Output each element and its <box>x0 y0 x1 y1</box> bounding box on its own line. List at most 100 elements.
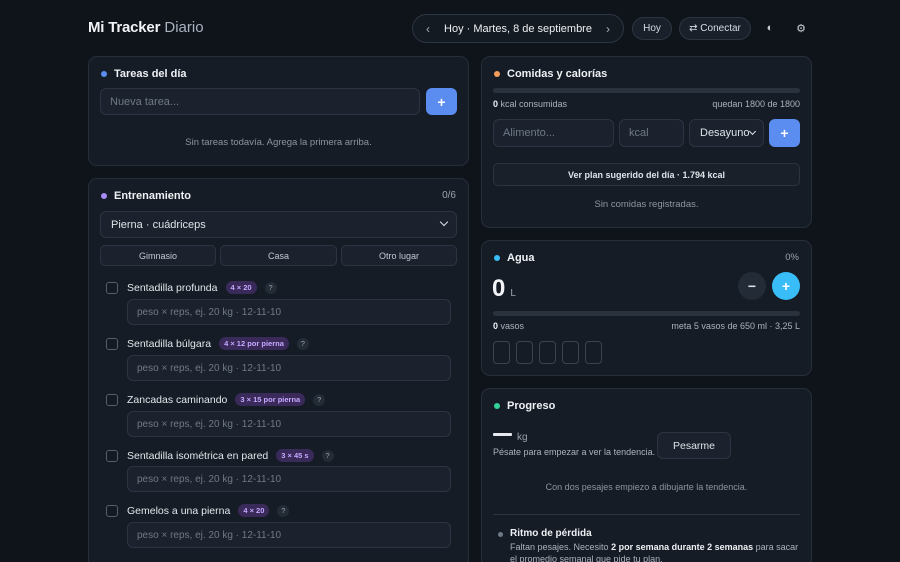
chevron-right-icon[interactable]: › <box>603 22 613 36</box>
meals-empty-message: Sin comidas registradas. <box>594 199 699 210</box>
exercise-sets-badge: 3 × 15 por pierna <box>235 393 306 406</box>
exercise-sets-badge: 4 × 20 <box>238 504 270 517</box>
water-progress-bar <box>493 311 800 316</box>
kcal-input[interactable]: kcal <box>619 119 684 147</box>
location-gym-button[interactable]: Gimnasio <box>100 245 216 266</box>
chevron-down-icon <box>439 217 449 227</box>
calories-consumed: 0 kcal consumidas <box>493 99 567 109</box>
remove-glass-button[interactable]: − <box>738 272 766 300</box>
calories-remaining: quedan 1800 de 1800 <box>712 99 800 109</box>
divider <box>493 514 800 515</box>
weigh-hint: Pésate para empezar a ver la tendencia. <box>493 447 656 457</box>
progress-title: Progreso <box>494 400 555 412</box>
meals-title: Comidas y calorías <box>494 68 607 80</box>
exercise-checkbox[interactable] <box>106 504 118 517</box>
exercise-name: Sentadilla isométrica en pared <box>127 449 269 462</box>
exercise-help-icon[interactable]: ? <box>277 504 290 517</box>
exercise-help-icon[interactable]: ? <box>321 449 334 462</box>
location-home-button[interactable]: Casa <box>220 245 337 266</box>
meal-type-select[interactable]: Desayuno <box>689 119 764 147</box>
training-count: 0/6 <box>442 190 456 201</box>
glass-slot[interactable] <box>539 341 556 364</box>
status-dot-icon <box>498 532 503 537</box>
training-title: Entrenamiento <box>101 190 191 202</box>
glass-slot[interactable] <box>585 341 602 364</box>
exercise-log-input[interactable]: peso × reps, ej. 20 kg · 12-11-10 <box>127 299 451 325</box>
exercise-help-icon[interactable]: ? <box>296 337 309 350</box>
exercise-log-input[interactable]: peso × reps, ej. 20 kg · 12-11-10 <box>127 522 451 548</box>
tasks-empty-message: Sin tareas todavía. Agrega la primera ar… <box>185 137 372 148</box>
add-meal-button[interactable]: + <box>769 119 800 147</box>
exercise-sets-badge: 4 × 20 <box>225 281 257 294</box>
progress-dot-icon <box>494 403 500 409</box>
water-amount-unit: L <box>510 288 516 299</box>
glasses-count-label: vasos <box>500 321 525 331</box>
loss-rate-title: Ritmo de pérdida <box>510 528 592 539</box>
app-header: Mi Tracker Diario ‹ Hoy · Martes, 8 de s… <box>0 0 900 56</box>
water-goal: meta 5 vasos de 650 ml · 3,25 L <box>671 321 800 331</box>
exercise-checkbox[interactable] <box>106 449 118 462</box>
exercise-name: Gemelos a una pierna <box>127 504 231 517</box>
exercise-checkbox[interactable] <box>106 337 118 350</box>
water-amount: 0 L <box>492 275 516 303</box>
meals-dot-icon <box>494 71 500 77</box>
meals-title-text: Comidas y calorías <box>507 68 608 80</box>
new-task-input[interactable]: Nueva tarea... <box>100 88 420 115</box>
theme-toggle-icon[interactable]: ◐ <box>760 18 780 38</box>
training-dot-icon <box>101 193 107 199</box>
loss-rate-text-line2: el promedio semanal que pide tu plan. <box>510 554 663 562</box>
add-glass-button[interactable]: + <box>772 272 800 300</box>
loss-rate-text: Faltan pesajes. Necesito 2 por semana du… <box>510 542 798 552</box>
calories-progress-bar <box>493 88 800 93</box>
brand-name: Mi Tracker <box>88 19 161 36</box>
glasses-count: 0 vasos <box>493 321 524 331</box>
exercise-checkbox[interactable] <box>106 281 118 294</box>
tasks-title: Tareas del día <box>101 68 187 80</box>
exercise-name: Sentadilla búlgara <box>127 337 212 350</box>
water-title: Agua <box>494 252 535 264</box>
loss-rate-text-part: Faltan pesajes. Necesito <box>510 542 612 552</box>
today-button[interactable]: Hoy <box>632 17 672 40</box>
exercise-help-icon[interactable]: ? <box>264 281 277 294</box>
app-title: Mi Tracker Diario <box>88 19 204 36</box>
exercise-row: Sentadilla búlgara 4 × 12 por pierna ? <box>106 337 309 350</box>
exercise-help-icon[interactable]: ? <box>313 393 326 406</box>
chevron-left-icon[interactable]: ‹ <box>423 22 433 36</box>
exercise-name: Zancadas caminando <box>127 393 228 406</box>
loss-rate-text-part: para sacar <box>753 542 799 552</box>
progress-title-text: Progreso <box>507 400 556 412</box>
glass-slot[interactable] <box>493 341 510 364</box>
exercise-sets-badge: 4 × 12 por pierna <box>219 337 289 350</box>
exercise-row: Gemelos a una pierna 4 × 20 ? <box>106 504 290 517</box>
water-dot-icon <box>494 255 500 261</box>
exercise-sets-badge: 3 × 45 s <box>276 449 314 462</box>
training-title-text: Entrenamiento <box>114 190 192 202</box>
exercise-row: Sentadilla profunda 4 × 20 ? <box>106 281 277 294</box>
settings-gear-icon[interactable]: ⚙ <box>791 18 811 38</box>
routine-select[interactable]: Pierna · cuádriceps <box>100 211 457 238</box>
glass-slot[interactable] <box>516 341 533 364</box>
glasses-count-value: 0 <box>493 321 499 331</box>
calories-consumed-label: kcal consumidas <box>500 99 568 109</box>
exercise-row: Zancadas caminando 3 × 15 por pierna ? <box>106 393 326 406</box>
exercise-log-input[interactable]: peso × reps, ej. 20 kg · 12-11-10 <box>127 466 451 492</box>
exercise-checkbox[interactable] <box>106 393 118 406</box>
exercise-row: Sentadilla isométrica en pared 3 × 45 s … <box>106 449 334 462</box>
glass-slot[interactable] <box>562 341 579 364</box>
water-amount-value: 0 <box>492 275 506 302</box>
suggested-plan-button[interactable]: Ver plan sugerido del día · 1.794 kcal <box>493 163 800 186</box>
connect-button[interactable]: ⇄ Conectar <box>679 17 751 40</box>
weigh-button[interactable]: Pesarme <box>657 432 731 459</box>
exercise-log-input[interactable]: peso × reps, ej. 20 kg · 12-11-10 <box>127 355 451 381</box>
food-input[interactable]: Alimento... <box>493 119 614 147</box>
exercise-log-input[interactable]: peso × reps, ej. 20 kg · 12-11-10 <box>127 411 451 437</box>
weight-unit: kg <box>517 432 528 443</box>
meal-type-value: Desayuno <box>700 127 750 139</box>
calories-consumed-value: 0 <box>493 99 499 109</box>
add-task-button[interactable]: + <box>426 88 457 115</box>
location-other-button[interactable]: Otro lugar <box>341 245 457 266</box>
water-title-text: Agua <box>507 252 535 264</box>
tasks-dot-icon <box>101 71 107 77</box>
loss-rate-text-bold: 2 por semana durante 2 semanas <box>611 542 754 552</box>
weight-empty-dash <box>493 433 512 436</box>
